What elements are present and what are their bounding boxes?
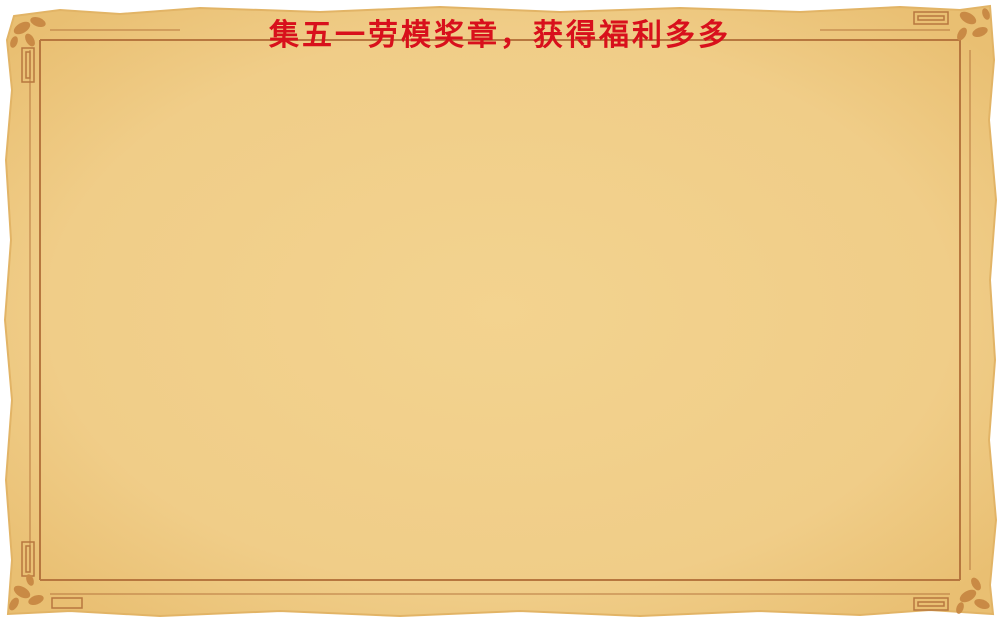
panel-title: 集五一劳模奖章，获得福利多多 — [269, 18, 731, 53]
parchment-sheet — [3, 4, 998, 618]
event-panel: 集五一劳模奖章，获得福利多多 — [0, 0, 1000, 620]
parchment-background — [3, 4, 998, 618]
